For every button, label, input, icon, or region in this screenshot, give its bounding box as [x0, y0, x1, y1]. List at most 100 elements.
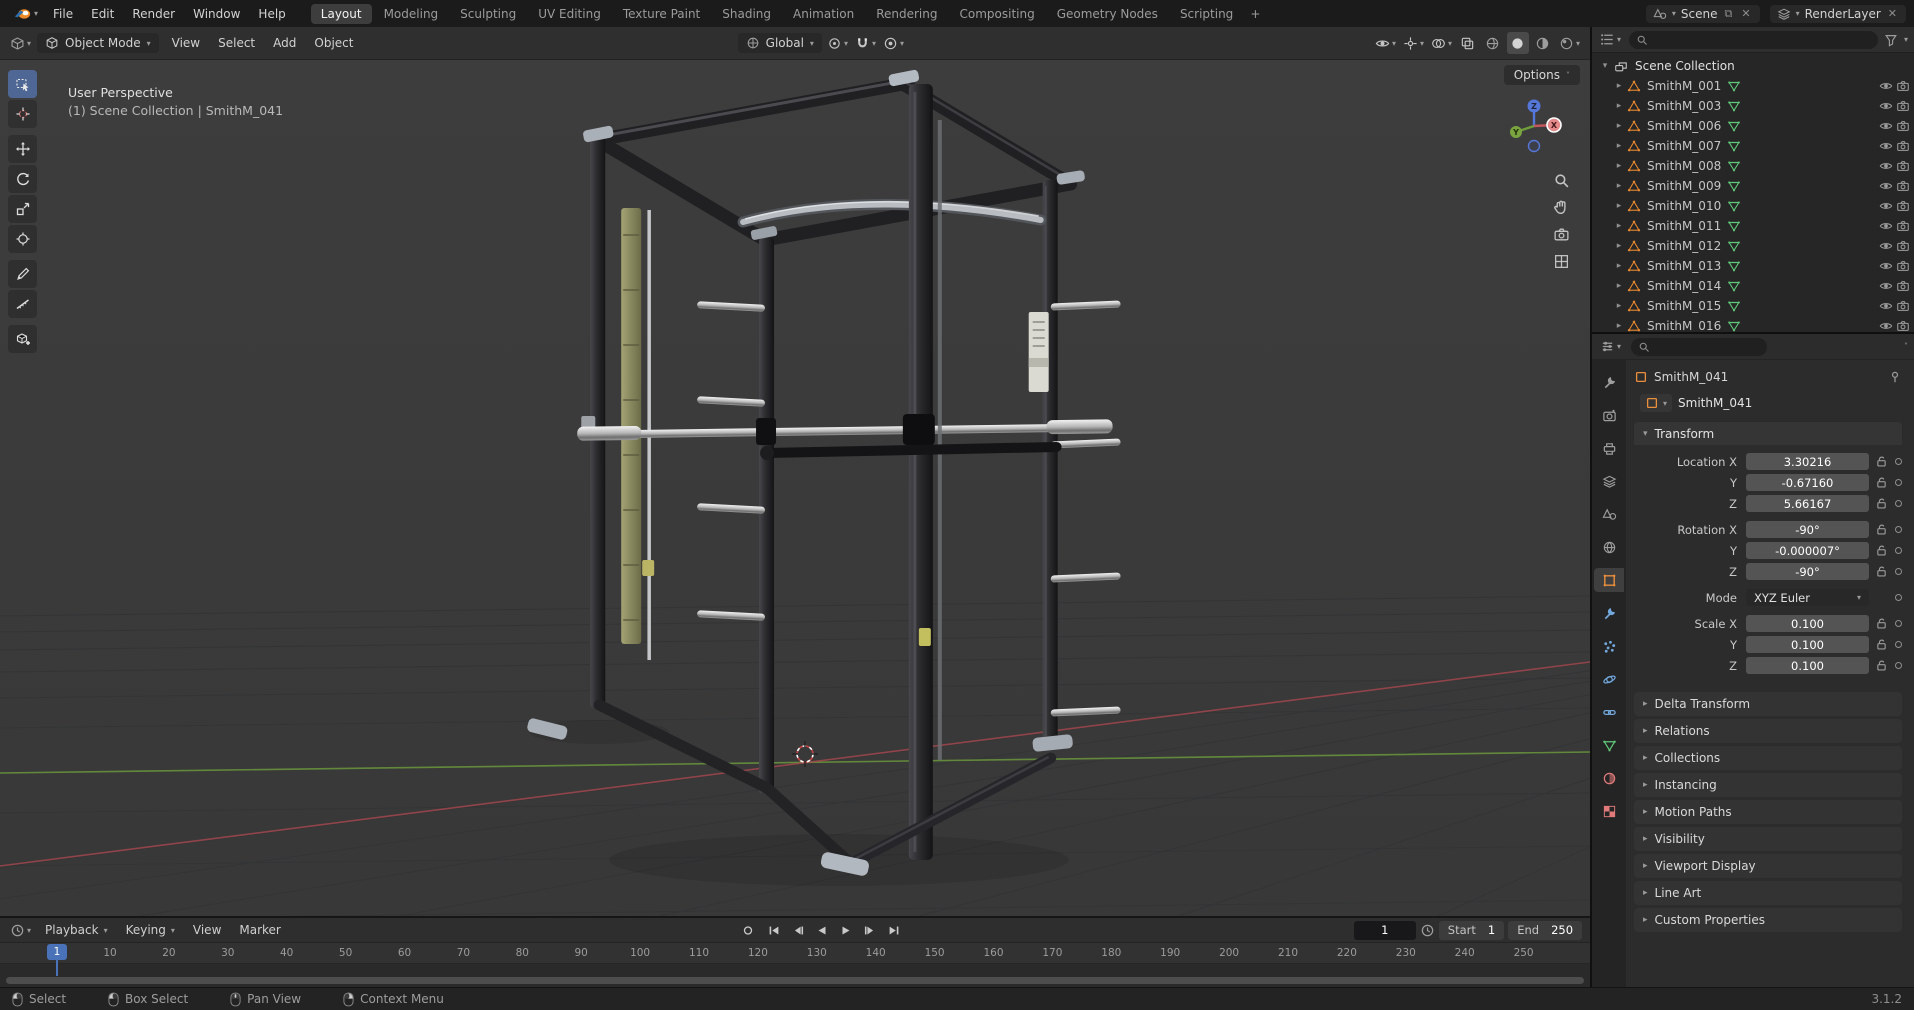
- workspace-tab[interactable]: Geometry Nodes: [1047, 4, 1168, 24]
- transform-value-field[interactable]: XYZ Euler ▾: [1746, 589, 1869, 606]
- props-tab-modifiers[interactable]: [1594, 601, 1624, 625]
- workspace-tab[interactable]: Compositing: [949, 4, 1044, 24]
- zoom-icon[interactable]: [1553, 172, 1570, 189]
- expand-icon[interactable]: ▸: [1614, 101, 1624, 111]
- filter-icon[interactable]: [1884, 33, 1898, 47]
- frame-end-field[interactable]: End 250: [1508, 920, 1583, 940]
- disable-in-render-icon[interactable]: [1896, 99, 1910, 113]
- disable-in-render-icon[interactable]: [1896, 279, 1910, 293]
- workspace-tab[interactable]: Layout: [310, 3, 372, 24]
- scene-collection-row[interactable]: ▾ Scene Collection: [1596, 56, 1910, 76]
- props-tab-texture[interactable]: [1594, 799, 1624, 823]
- next-keyframe-button[interactable]: [859, 920, 881, 940]
- collapsed-panel-header[interactable]: ▸ Line Art: [1634, 881, 1902, 905]
- timeline-menu-item[interactable]: Marker: [231, 921, 288, 939]
- keyframe-decorator-icon[interactable]: [1895, 479, 1902, 486]
- orientation-dropdown[interactable]: Global ▾: [737, 33, 822, 53]
- collapsed-panel-header[interactable]: ▸ Collections: [1634, 746, 1902, 770]
- xray-toggle-button[interactable]: [1457, 32, 1479, 54]
- object-id-selector[interactable]: ▾: [1640, 394, 1673, 412]
- hide-in-viewport-icon[interactable]: [1879, 139, 1893, 153]
- collapsed-panel-header[interactable]: ▸ Relations: [1634, 719, 1902, 743]
- keyframe-decorator-icon[interactable]: [1895, 458, 1902, 465]
- editor-type-selector[interactable]: ▾: [8, 32, 33, 54]
- pivot-point-button[interactable]: ▾: [825, 32, 850, 54]
- collapsed-panel-header[interactable]: ▸ Instancing: [1634, 773, 1902, 797]
- play-reverse-button[interactable]: [811, 920, 833, 940]
- hide-in-viewport-icon[interactable]: [1879, 159, 1893, 173]
- lock-icon[interactable]: [1875, 659, 1888, 672]
- outliner-item-row[interactable]: ▸ SmithM_009: [1596, 176, 1910, 196]
- props-tab-material[interactable]: [1594, 766, 1624, 790]
- expand-icon[interactable]: ▸: [1614, 161, 1624, 171]
- transform-value-field[interactable]: -0.000007° ▾: [1746, 542, 1869, 559]
- outliner-item-row[interactable]: ▸ SmithM_015: [1596, 296, 1910, 316]
- cursor-tool[interactable]: [8, 100, 37, 128]
- outliner-item-row[interactable]: ▸ SmithM_008: [1596, 156, 1910, 176]
- remove-view-layer-icon[interactable]: ✕: [1886, 7, 1899, 20]
- keyframe-decorator-icon[interactable]: [1895, 500, 1902, 507]
- navigation-gizmo[interactable]: Z Y X: [1502, 94, 1566, 158]
- collapsed-panel-header[interactable]: ▸ Delta Transform: [1634, 692, 1902, 716]
- outliner-item-row[interactable]: ▸ SmithM_006: [1596, 116, 1910, 136]
- visibility-toggle-button[interactable]: ▾: [1373, 32, 1398, 54]
- keyframe-decorator-icon[interactable]: [1895, 568, 1902, 575]
- measure-tool[interactable]: [8, 290, 37, 318]
- shading-rendered-button[interactable]: ▾: [1557, 32, 1582, 54]
- viewport-menu-add[interactable]: Add: [264, 33, 305, 53]
- expand-icon[interactable]: ▸: [1614, 181, 1624, 191]
- timeline-track-area[interactable]: 10 20 30 40 50 60 70 80 90 100 110 120 130 140 150 160 1…: [0, 943, 1590, 987]
- frame-start-field[interactable]: Start 1: [1438, 920, 1505, 940]
- lock-icon[interactable]: [1875, 544, 1888, 557]
- shading-solid-button[interactable]: [1506, 32, 1529, 54]
- outliner-item-row[interactable]: ▸ SmithM_007: [1596, 136, 1910, 156]
- scene-selector[interactable]: ▾ Scene ⧉ ✕: [1645, 4, 1760, 23]
- workspace-tab[interactable]: Rendering: [866, 4, 947, 24]
- disable-in-render-icon[interactable]: [1896, 259, 1910, 273]
- props-tab-object[interactable]: [1594, 568, 1624, 592]
- hide-in-viewport-icon[interactable]: [1879, 279, 1893, 293]
- move-tool[interactable]: [8, 135, 37, 163]
- pan-hand-icon[interactable]: [1553, 199, 1570, 216]
- outliner-item-row[interactable]: ▸ SmithM_003: [1596, 96, 1910, 116]
- outliner-item-row[interactable]: ▸ SmithM_001: [1596, 76, 1910, 96]
- transform-panel-header[interactable]: ▾ Transform: [1634, 422, 1902, 445]
- transform-value-field[interactable]: 5.66167 ▾: [1746, 495, 1869, 512]
- prev-keyframe-button[interactable]: [787, 920, 809, 940]
- options-button[interactable]: Options ˅: [1503, 65, 1580, 85]
- lock-icon[interactable]: [1875, 523, 1888, 536]
- expand-icon[interactable]: ▸: [1614, 261, 1624, 271]
- properties-editor-selector[interactable]: ▾: [1598, 336, 1623, 358]
- outliner-item-row[interactable]: ▸ SmithM_016: [1596, 316, 1910, 332]
- blender-app-menu[interactable]: ▾: [8, 7, 44, 20]
- props-tab-tool[interactable]: [1594, 370, 1624, 394]
- disable-in-render-icon[interactable]: [1896, 319, 1910, 332]
- disable-in-render-icon[interactable]: [1896, 139, 1910, 153]
- menu-edit[interactable]: Edit: [82, 4, 123, 24]
- expand-icon[interactable]: ▸: [1614, 81, 1624, 91]
- props-tab-scene[interactable]: [1594, 502, 1624, 526]
- hide-in-viewport-icon[interactable]: [1879, 99, 1893, 113]
- keyframe-decorator-icon[interactable]: [1895, 526, 1902, 533]
- add-workspace-button[interactable]: +: [1243, 4, 1267, 24]
- viewport-menu-object[interactable]: Object: [305, 33, 362, 53]
- lock-icon[interactable]: [1875, 617, 1888, 630]
- expand-icon[interactable]: ▸: [1614, 281, 1624, 291]
- transform-value-field[interactable]: -90° ▾: [1746, 563, 1869, 580]
- expand-icon[interactable]: ▸: [1614, 121, 1624, 131]
- disable-in-render-icon[interactable]: [1896, 239, 1910, 253]
- shading-material-button[interactable]: [1532, 32, 1554, 54]
- outliner-item-row[interactable]: ▸ SmithM_014: [1596, 276, 1910, 296]
- mode-dropdown[interactable]: Object Mode ▾: [37, 33, 159, 53]
- timeline-menu-item[interactable]: Keying ▾: [118, 921, 183, 939]
- viewport-menu-view[interactable]: View: [163, 33, 209, 53]
- props-tab-constraints[interactable]: [1594, 700, 1624, 724]
- props-tab-particles[interactable]: [1594, 634, 1624, 658]
- camera-view-icon[interactable]: [1553, 226, 1570, 243]
- viewport-canvas[interactable]: User Perspective (1) Scene Collection | …: [0, 60, 1590, 916]
- hide-in-viewport-icon[interactable]: [1879, 79, 1893, 93]
- outliner-search-input[interactable]: [1629, 30, 1878, 49]
- outliner-item-row[interactable]: ▸ SmithM_013: [1596, 256, 1910, 276]
- keyframe-decorator-icon[interactable]: [1895, 662, 1902, 669]
- breadcrumb-object-name[interactable]: SmithM_041: [1654, 370, 1728, 384]
